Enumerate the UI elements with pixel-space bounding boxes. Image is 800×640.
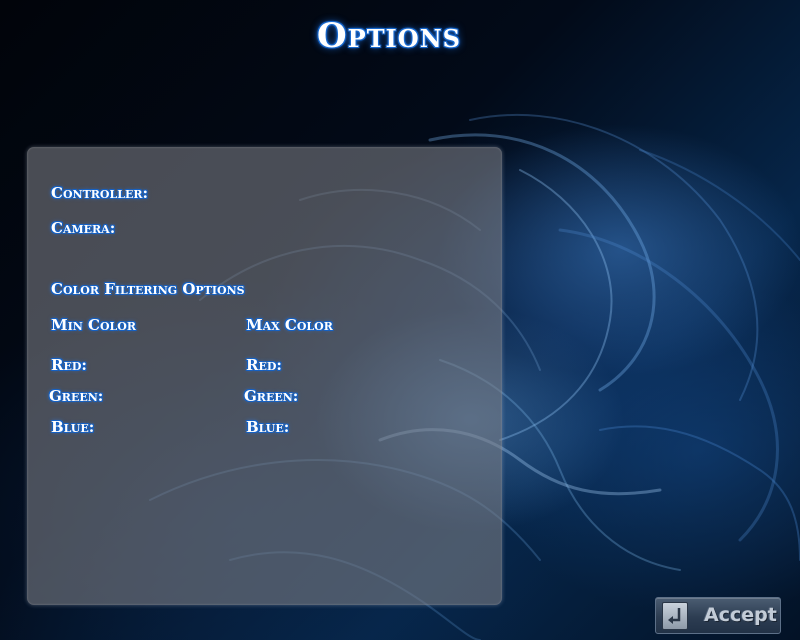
color-filtering-heading: Color Filtering Options [51,280,245,298]
max-green-label: Green: [244,387,299,405]
min-color-heading: Min Color [51,316,137,334]
camera-label: Camera: [51,219,116,237]
accept-button[interactable]: Accept [655,597,781,634]
max-blue-label: Blue: [246,418,290,436]
min-green-label: Green: [49,387,104,405]
options-panel: Controller: Camera: Color Filtering Opti… [27,147,502,605]
controller-label: Controller: [51,184,149,202]
max-red-label: Red: [246,356,282,374]
accept-button-label: Accept [704,604,777,626]
page-title: Options [317,16,461,56]
enter-return-icon [662,602,688,630]
max-color-heading: Max Color [246,316,333,334]
min-red-label: Red: [51,356,87,374]
min-blue-label: Blue: [51,418,95,436]
options-screen: Options Controller: Camera: Color Filter… [0,0,800,640]
